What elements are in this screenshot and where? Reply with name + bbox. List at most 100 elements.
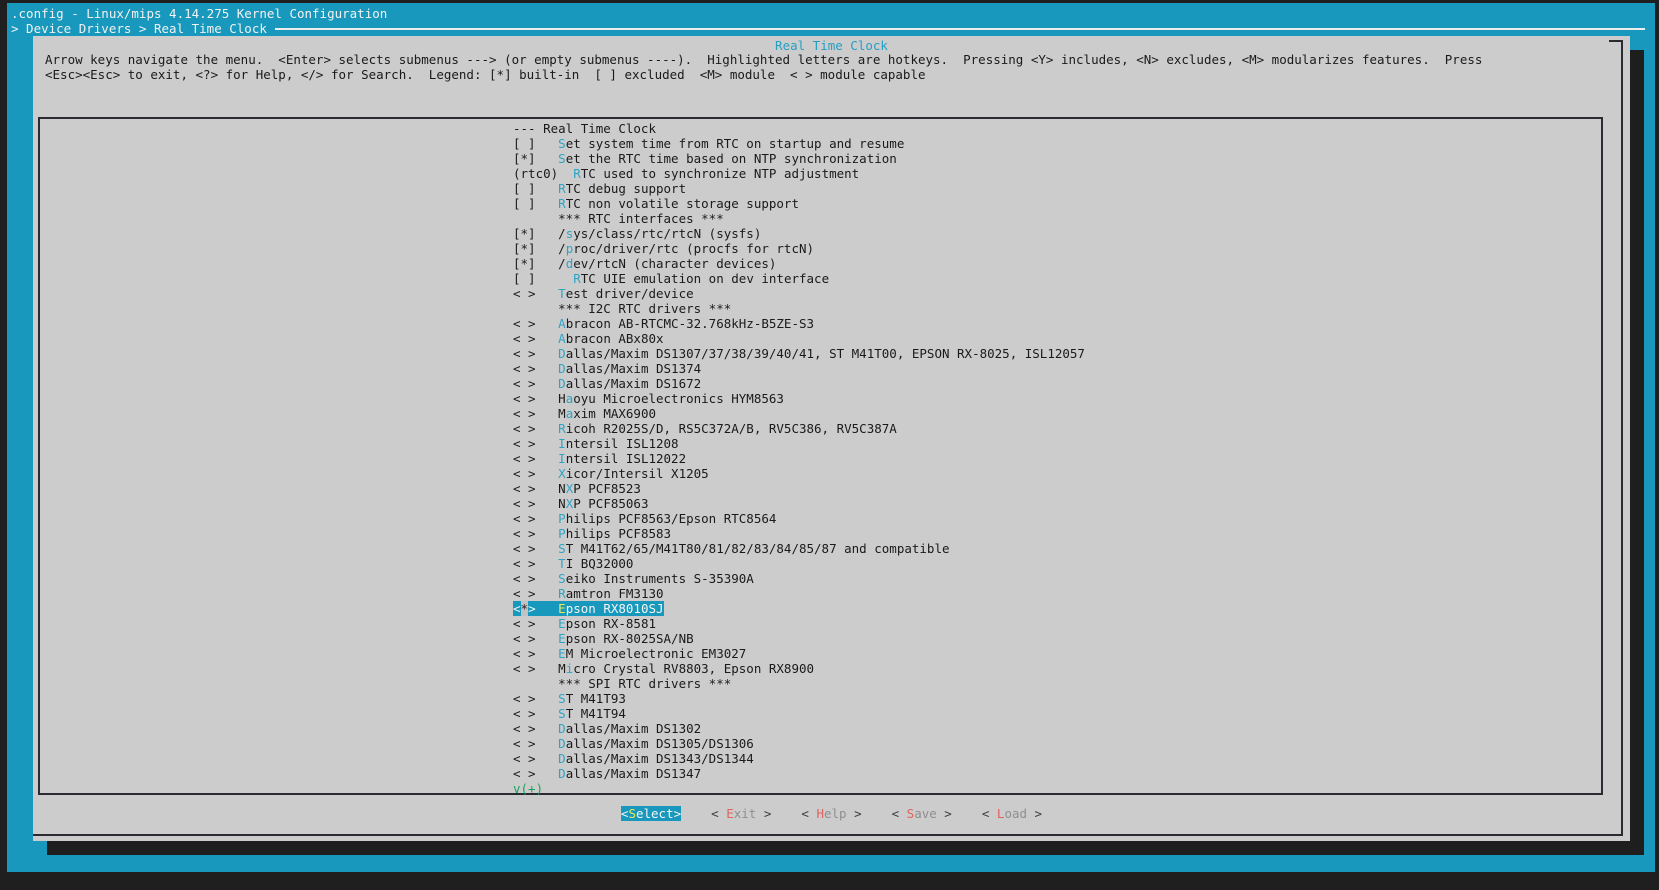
item-tag: < > xyxy=(513,451,536,466)
save-button[interactable]: < Save > xyxy=(892,806,952,821)
item-label: Dallas/Maxim DS1302 xyxy=(558,721,702,736)
menu-item[interactable]: <*> Epson RX8010SJ xyxy=(513,601,1085,616)
menu-item[interactable]: < > Dallas/Maxim DS1307/37/38/39/40/41, … xyxy=(513,346,1085,361)
exit-button[interactable]: < Exit > xyxy=(711,806,771,821)
menu-item[interactable]: < > Dallas/Maxim DS1672 xyxy=(513,376,1085,391)
menu-item[interactable]: < > Dallas/Maxim DS1343/DS1344 xyxy=(513,751,1085,766)
menu-line: < > ST M41T62/65/M41T80/81/82/83/84/85/8… xyxy=(513,541,950,556)
item-label: Dallas/Maxim DS1343/DS1344 xyxy=(558,751,754,766)
menu-item[interactable]: < > NXP PCF85063 xyxy=(513,496,1085,511)
menu-item[interactable]: (rtc0) RTC used to synchronize NTP adjus… xyxy=(513,166,1085,181)
menu-item[interactable]: [*] /dev/rtcN (character devices) xyxy=(513,256,1085,271)
menu-item[interactable]: < > Abracon AB-RTCMC-32.768kHz-B5ZE-S3 xyxy=(513,316,1085,331)
help-button[interactable]: < Help > xyxy=(801,806,861,821)
item-tag: [ ] xyxy=(513,136,536,151)
menu-item[interactable]: < > Micro Crystal RV8803, Epson RX8900 xyxy=(513,661,1085,676)
menu-line: [ ] RTC non volatile storage support xyxy=(513,196,799,211)
menu-item[interactable]: [ ] Set system time from RTC on startup … xyxy=(513,136,1085,151)
menu-item[interactable]: < > EM Microelectronic EM3027 xyxy=(513,646,1085,661)
menu-item[interactable]: < > Philips PCF8563/Epson RTC8564 xyxy=(513,511,1085,526)
load-button[interactable]: < Load > xyxy=(982,806,1042,821)
menu-line: [*] /sys/class/rtc/rtcN (sysfs) xyxy=(513,226,761,241)
menu-line: < > Micro Crystal RV8803, Epson RX8900 xyxy=(513,661,814,676)
item-tag: < > xyxy=(513,466,536,481)
scroll-down-indicator: v(+) xyxy=(513,781,544,796)
menu-item[interactable]: < > Dallas/Maxim DS1374 xyxy=(513,361,1085,376)
button-bracket-left: < xyxy=(711,806,727,821)
item-tag: [ ] xyxy=(513,181,536,196)
menu-line: < > Seiko Instruments S-35390A xyxy=(513,571,754,586)
menu-item[interactable]: < > Abracon ABx80x xyxy=(513,331,1085,346)
item-label: Epson RX-8581 xyxy=(558,616,656,631)
item-label: Set system time from RTC on startup and … xyxy=(558,136,905,151)
item-tag: (rtc0) xyxy=(513,166,559,181)
item-label: Maxim MAX6900 xyxy=(558,406,657,421)
menu-section-label: *** SPI RTC drivers *** xyxy=(513,676,732,691)
select-button[interactable]: <Select> xyxy=(620,806,682,821)
item-label: Ramtron FM3130 xyxy=(558,586,664,601)
dialog-border-bottom xyxy=(33,834,1623,836)
hotkey-letter: A xyxy=(558,331,566,346)
hotkey-letter: X xyxy=(558,466,566,481)
menu-item[interactable]: [ ] RTC non volatile storage support xyxy=(513,196,1085,211)
item-label: TI BQ32000 xyxy=(558,556,634,571)
item-label: EM Microelectronic EM3027 xyxy=(558,646,747,661)
button-bracket-left: < xyxy=(801,806,817,821)
menu-item[interactable]: < > Haoyu Microelectronics HYM8563 xyxy=(513,391,1085,406)
item-tag: < > xyxy=(513,751,536,766)
menu-item[interactable]: < > Epson RX-8581 xyxy=(513,616,1085,631)
menu-item[interactable]: < > Philips PCF8583 xyxy=(513,526,1085,541)
menu-item[interactable]: < > Ricoh R2025S/D, RS5C372A/B, RV5C386,… xyxy=(513,421,1085,436)
menu-line: < > NXP PCF8523 xyxy=(513,481,641,496)
item-label: Dallas/Maxim DS1305/DS1306 xyxy=(558,736,754,751)
item-tag: < > xyxy=(513,586,536,601)
menu-line: < > Dallas/Maxim DS1343/DS1344 xyxy=(513,751,754,766)
hotkey-letter: E xyxy=(558,646,566,661)
menu-section-label: *** I2C RTC drivers *** xyxy=(513,301,732,316)
item-tag: < > xyxy=(513,361,536,376)
menu-item[interactable]: < > Epson RX-8025SA/NB xyxy=(513,631,1085,646)
menu-item[interactable]: < > Test driver/device xyxy=(513,286,1085,301)
menu-item[interactable]: < > Dallas/Maxim DS1302 xyxy=(513,721,1085,736)
instructions-line1: Arrow keys navigate the menu. <Enter> se… xyxy=(45,52,1483,67)
menu-line: [*] /proc/driver/rtc (procfs for rtcN) xyxy=(513,241,814,256)
menu-header: --- Real Time Clock xyxy=(513,121,656,136)
item-label: Dallas/Maxim DS1307/37/38/39/40/41, ST M… xyxy=(558,346,1085,361)
menu-item[interactable]: [ ] RTC UIE emulation on dev interface xyxy=(513,271,1085,286)
selected-menu-line: <*> Epson RX8010SJ xyxy=(513,601,664,616)
menu-line: < > Maxim MAX6900 xyxy=(513,406,656,421)
hotkey-letter: D xyxy=(558,721,566,736)
menu-line: < > TI BQ32000 xyxy=(513,556,633,571)
item-tag: [ ] xyxy=(513,271,536,286)
hotkey-letter: S xyxy=(558,136,566,151)
menu-item[interactable]: < > Intersil ISL1208 xyxy=(513,436,1085,451)
item-label: Dallas/Maxim DS1347 xyxy=(558,766,702,781)
menu-item[interactable]: < > Dallas/Maxim DS1347 xyxy=(513,766,1085,781)
instructions-line2: <Esc><Esc> to exit, <?> for Help, </> fo… xyxy=(45,67,926,82)
menu-item[interactable]: < > TI BQ32000 xyxy=(513,556,1085,571)
menu-line: < > Dallas/Maxim DS1347 xyxy=(513,766,701,781)
item-tag: < > xyxy=(513,616,536,631)
menu-item[interactable]: < > ST M41T94 xyxy=(513,706,1085,721)
menu-item[interactable]: < > NXP PCF8523 xyxy=(513,481,1085,496)
menu-item[interactable]: [*] /proc/driver/rtc (procfs for rtcN) xyxy=(513,241,1085,256)
hotkey-letter: E xyxy=(726,806,734,821)
item-label: /sys/class/rtc/rtcN (sysfs) xyxy=(558,226,762,241)
menu-item[interactable]: < > Maxim MAX6900 xyxy=(513,406,1085,421)
menu-item[interactable]: < > ST M41T93 xyxy=(513,691,1085,706)
menu-item[interactable]: < > Seiko Instruments S-35390A xyxy=(513,571,1085,586)
menu-item[interactable]: [ ] RTC debug support xyxy=(513,181,1085,196)
menu-item[interactable]: < > Dallas/Maxim DS1305/DS1306 xyxy=(513,736,1085,751)
menu-item[interactable]: [*] /sys/class/rtc/rtcN (sysfs) xyxy=(513,226,1085,241)
menu-list: --- Real Time Clock[ ] Set system time f… xyxy=(513,121,1085,796)
menu-line: [ ] RTC debug support xyxy=(513,181,686,196)
item-tag: < > xyxy=(513,646,536,661)
menu-item[interactable]: < > Ramtron FM3130 xyxy=(513,586,1085,601)
menu-line: < > Dallas/Maxim DS1302 xyxy=(513,721,701,736)
menu-line: < > Intersil ISL12022 xyxy=(513,451,686,466)
menu-item[interactable]: [*] Set the RTC time based on NTP synchr… xyxy=(513,151,1085,166)
menu-item[interactable]: < > Intersil ISL12022 xyxy=(513,451,1085,466)
menu-item[interactable]: < > ST M41T62/65/M41T80/81/82/83/84/85/8… xyxy=(513,541,1085,556)
hotkey-letter: E xyxy=(558,631,566,646)
menu-item[interactable]: < > Xicor/Intersil X1205 xyxy=(513,466,1085,481)
